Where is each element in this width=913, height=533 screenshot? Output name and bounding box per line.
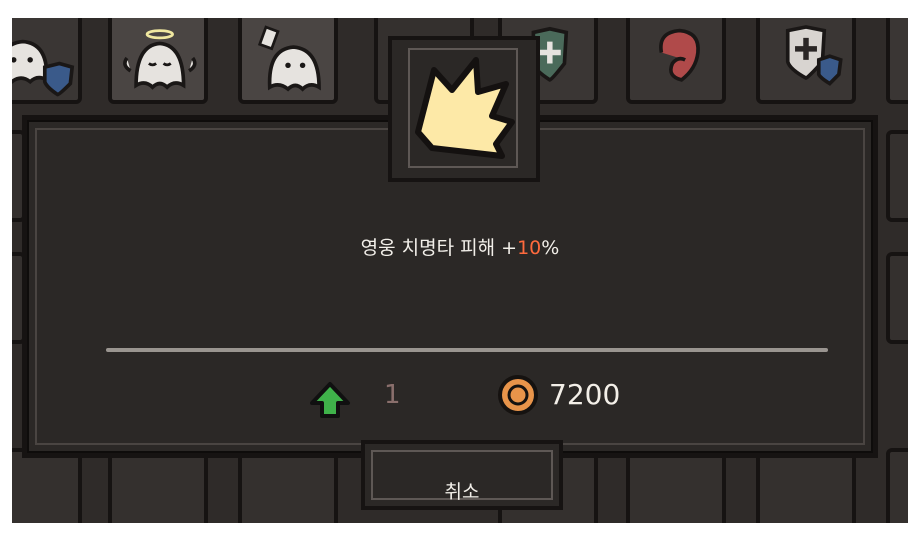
cancel-button[interactable]: 취소 (361, 440, 563, 510)
skill-slot-right-edge (886, 130, 908, 222)
red-swirl-icon (659, 28, 700, 82)
shield-plus-small-shield-icon (785, 25, 843, 86)
upgrade-description: 영웅 치명타 피해 +10% (12, 233, 908, 260)
skill-slot-angel-ghost[interactable] (108, 18, 208, 104)
description-suffix: % (541, 237, 560, 259)
divider (106, 348, 828, 352)
angel-ghost-icon (123, 29, 197, 90)
skill-slot-right-edge (886, 252, 908, 344)
cancel-button-label: 취소 (444, 481, 480, 503)
skill-slot-bottom (12, 448, 82, 523)
green-up-arrow-icon (310, 382, 350, 418)
skill-slot-ghost-card[interactable] (238, 18, 338, 104)
skill-slot-shield-plus-small-shield[interactable] (756, 18, 856, 104)
description-text: 영웅 치명타 피해 + (360, 237, 518, 259)
skill-slot-bottom (108, 448, 208, 523)
ghost-with-shield-icon (12, 39, 75, 97)
skill-slot-edge (886, 18, 908, 104)
coin-icon (498, 375, 538, 415)
ghost-with-card-icon (257, 25, 321, 92)
skill-slot-ghost-shield[interactable] (12, 18, 82, 104)
skill-icon-frame (388, 36, 540, 182)
skill-slot-bottom (626, 448, 726, 523)
critical-damage-star-icon (415, 57, 515, 159)
skill-slot-bottom (756, 448, 856, 523)
skill-slot-red-swirl[interactable] (626, 18, 726, 104)
description-value: 10 (517, 237, 542, 259)
skill-slot-bottom (238, 448, 338, 523)
skill-slot-bottom (886, 448, 908, 523)
game-screen: 영웅 치명타 피해 +10% 1 7200 취소 (12, 18, 908, 523)
coin-cost: 7200 (549, 378, 621, 411)
upgrade-level-count: 1 (384, 380, 401, 410)
